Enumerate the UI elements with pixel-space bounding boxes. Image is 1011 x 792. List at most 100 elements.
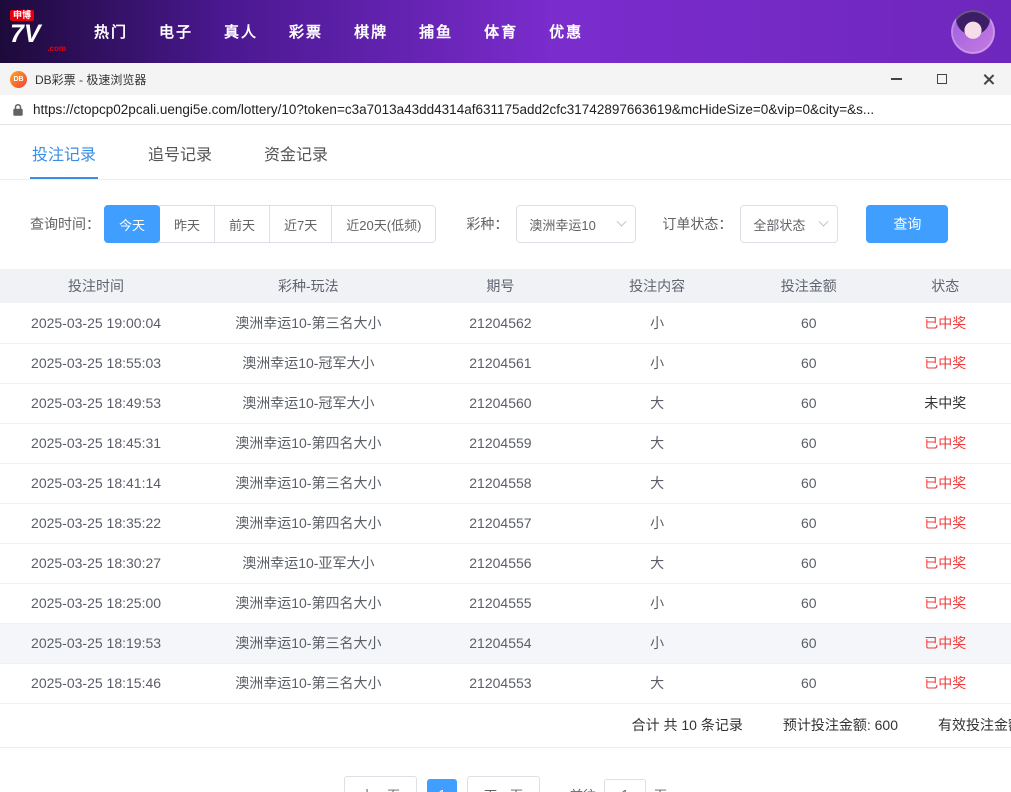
cell-content: 大 <box>576 663 738 704</box>
nav-item[interactable]: 体育 <box>484 21 518 42</box>
summary-expected-amount: 预计投注金额: 600 <box>782 717 898 733</box>
lottery-select-value: 澳洲幸运10 <box>529 217 596 233</box>
col-content: 投注内容 <box>576 269 738 303</box>
search-button[interactable]: 查询 <box>866 205 949 243</box>
close-button[interactable] <box>965 63 1011 95</box>
cell-status: 已中奖 <box>879 463 1011 504</box>
table-row[interactable]: 2025-03-25 19:00:04 澳洲幸运10-第三名大小 21204562 小… <box>0 303 1011 344</box>
nav-item[interactable]: 优惠 <box>549 21 583 42</box>
address-bar[interactable]: https://ctopcp02pcali.uengi5e.com/lotter… <box>0 95 1011 125</box>
cell-status: 已中奖 <box>879 303 1011 344</box>
nav-item[interactable]: 热门 <box>94 21 128 42</box>
time-filter-option[interactable]: 今天 <box>104 205 161 243</box>
cell-status: 未中奖 <box>879 383 1011 424</box>
time-filter-option[interactable]: 近20天(低频) <box>331 205 437 243</box>
order-status-select[interactable]: 全部状态 <box>740 205 839 243</box>
cell-amount: 60 <box>737 663 880 704</box>
url-text: https://ctopcp02pcali.uengi5e.com/lotter… <box>33 102 875 117</box>
chevron-down-icon <box>818 216 829 227</box>
cell-amount: 60 <box>737 583 880 624</box>
lottery-select-label: 彩种： <box>466 216 509 232</box>
tab-chase-records[interactable]: 追号记录 <box>146 125 214 179</box>
table-row[interactable]: 2025-03-25 18:35:22 澳洲幸运10-第四名大小 21204557 小… <box>0 503 1011 544</box>
cell-issue: 21204553 <box>424 663 577 704</box>
goto-label: 前往 <box>570 785 596 792</box>
window-title: DB彩票 - 极速浏览器 <box>35 72 147 87</box>
cell-issue: 21204559 <box>424 423 577 464</box>
cell-issue: 21204555 <box>424 583 577 624</box>
minimize-button[interactable] <box>873 63 919 95</box>
cell-issue: 21204554 <box>424 623 577 664</box>
cell-game-play: 澳洲幸运10-第三名大小 <box>192 303 425 344</box>
cell-content: 小 <box>576 303 738 344</box>
cell-content: 大 <box>576 423 738 464</box>
col-status: 状态 <box>879 269 1011 303</box>
nav-item[interactable]: 棋牌 <box>354 21 388 42</box>
logo-suffix: .com <box>47 44 66 53</box>
site-logo[interactable]: 申博 7V .com <box>10 10 66 53</box>
maximize-button[interactable] <box>919 63 965 95</box>
cell-content: 大 <box>576 543 738 584</box>
cell-issue: 21204557 <box>424 503 577 544</box>
cell-game-play: 澳洲幸运10-冠军大小 <box>192 383 425 424</box>
table-row[interactable]: 2025-03-25 18:49:53 澳洲幸运10-冠军大小 21204560 大 6… <box>0 383 1011 424</box>
table-row[interactable]: 2025-03-25 18:41:14 澳洲幸运10-第三名大小 21204558 大… <box>0 463 1011 504</box>
cell-game-play: 澳洲幸运10-第三名大小 <box>192 623 425 664</box>
cell-amount: 60 <box>737 503 880 544</box>
cell-bet-time: 2025-03-25 19:00:04 <box>0 303 193 344</box>
cell-game-play: 澳洲幸运10-第四名大小 <box>192 423 425 464</box>
bet-records-table: 投注时间 彩种-玩法 期号 投注内容 投注金额 状态 2025-03-25 19… <box>0 269 1011 704</box>
order-status-label: 订单状态： <box>662 216 733 232</box>
nav-item[interactable]: 真人 <box>224 21 258 42</box>
cell-bet-time: 2025-03-25 18:35:22 <box>0 503 193 544</box>
goto-page-input[interactable] <box>604 778 647 792</box>
goto-page-group: 前往 页 <box>570 778 667 792</box>
cell-amount: 60 <box>737 543 880 584</box>
user-avatar[interactable] <box>951 9 995 54</box>
cell-status: 已中奖 <box>879 663 1011 704</box>
cell-amount: 60 <box>737 623 880 664</box>
cell-status: 已中奖 <box>879 623 1011 664</box>
cell-bet-time: 2025-03-25 18:41:14 <box>0 463 193 504</box>
tab-fund-records[interactable]: 资金记录 <box>262 125 330 179</box>
minimize-icon <box>890 78 902 80</box>
nav-item[interactable]: 捕鱼 <box>419 21 453 42</box>
cell-game-play: 澳洲幸运10-第四名大小 <box>192 503 425 544</box>
cell-game-play: 澳洲幸运10-第三名大小 <box>192 463 425 504</box>
time-filter-option[interactable]: 近7天 <box>269 205 333 243</box>
col-issue: 期号 <box>424 269 577 303</box>
cell-content: 小 <box>576 583 738 624</box>
cell-bet-time: 2025-03-25 18:45:31 <box>0 423 193 464</box>
next-page-button[interactable]: 下一页 <box>466 775 540 792</box>
cell-issue: 21204558 <box>424 463 577 504</box>
cell-status: 已中奖 <box>879 423 1011 464</box>
cell-content: 小 <box>576 343 738 384</box>
table-row[interactable]: 2025-03-25 18:15:46 澳洲幸运10-第三名大小 21204553 大… <box>0 663 1011 704</box>
col-game-play: 彩种-玩法 <box>192 269 425 303</box>
cell-content: 大 <box>576 463 738 504</box>
record-tabs: 投注记录 追号记录 资金记录 <box>0 125 1011 180</box>
lottery-select[interactable]: 澳洲幸运10 <box>516 205 637 243</box>
time-filter-label: 查询时间： <box>30 216 100 232</box>
nav-item[interactable]: 电子 <box>159 21 193 42</box>
table-row[interactable]: 2025-03-25 18:25:00 澳洲幸运10-第四名大小 21204555 小… <box>0 583 1011 624</box>
time-filter-option[interactable]: 前天 <box>214 205 271 243</box>
cell-status: 已中奖 <box>879 503 1011 544</box>
cell-amount: 60 <box>737 343 880 384</box>
table-row[interactable]: 2025-03-25 18:19:53 澳洲幸运10-第三名大小 21204554 小… <box>0 623 1011 664</box>
prev-page-button[interactable]: 上一页 <box>343 775 417 792</box>
cell-bet-time: 2025-03-25 18:19:53 <box>0 623 193 664</box>
cell-bet-time: 2025-03-25 18:49:53 <box>0 383 193 424</box>
cell-issue: 21204556 <box>424 543 577 584</box>
time-filter-option[interactable]: 昨天 <box>159 205 216 243</box>
table-row[interactable]: 2025-03-25 18:30:27 澳洲幸运10-亚军大小 21204556 大 6… <box>0 543 1011 584</box>
cell-game-play: 澳洲幸运10-第三名大小 <box>192 663 425 704</box>
tab-bet-records[interactable]: 投注记录 <box>30 125 99 179</box>
table-row[interactable]: 2025-03-25 18:45:31 澳洲幸运10-第四名大小 21204559 大… <box>0 423 1011 464</box>
summary-total: 合计 共 10 条记录 <box>631 717 743 733</box>
table-row[interactable]: 2025-03-25 18:55:03 澳洲幸运10-冠军大小 21204561 小 6… <box>0 343 1011 384</box>
page-number-current[interactable]: 1 <box>426 778 457 792</box>
top-navbar: 申博 7V .com 热门 电子 真人 彩票 棋牌 捕鱼 体育 优惠 <box>0 0 1011 63</box>
nav-item[interactable]: 彩票 <box>289 21 323 42</box>
close-icon <box>982 73 995 86</box>
